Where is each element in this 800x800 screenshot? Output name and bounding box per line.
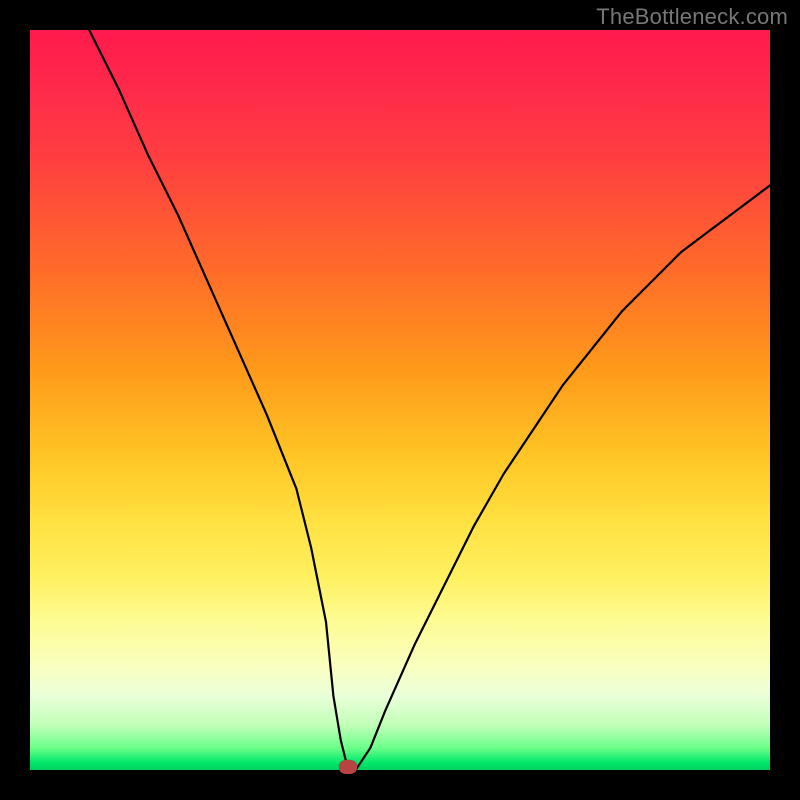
watermark-text: TheBottleneck.com <box>596 4 788 30</box>
optimal-point-marker <box>339 760 357 774</box>
chart-frame: TheBottleneck.com <box>0 0 800 800</box>
plot-area <box>30 30 770 770</box>
bottleneck-curve-path <box>89 30 770 770</box>
bottleneck-curve <box>30 30 770 770</box>
